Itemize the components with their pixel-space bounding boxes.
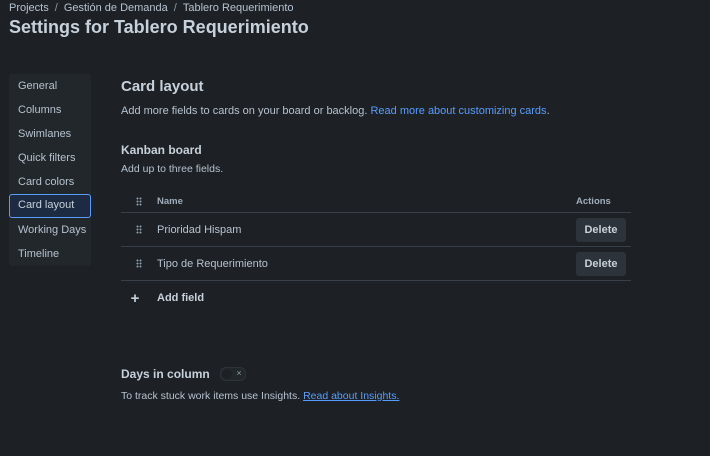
row-drag-handle[interactable] — [121, 225, 157, 234]
card-fields-table: Name Actions Prioridad Hispam Delete Tip… — [121, 191, 631, 315]
card-layout-description: Add more fields to cards on your board o… — [121, 105, 631, 117]
page-title: Settings for Tablero Requerimiento — [9, 17, 309, 37]
insights-description-text: To track stuck work items use Insights. — [121, 390, 304, 402]
sidebar-item-working-days[interactable]: Working Days — [9, 218, 91, 242]
sidebar-item-columns[interactable]: Columns — [9, 98, 91, 122]
sidebar-item-general[interactable]: General — [9, 74, 91, 98]
header-drag-column — [121, 197, 157, 206]
drag-handle-icon — [136, 259, 142, 268]
sidebar-item-card-colors[interactable]: Card colors — [9, 170, 91, 194]
insights-description: To track stuck work items use Insights. … — [121, 390, 631, 402]
add-field-button[interactable]: + Add field — [121, 281, 631, 315]
plus-icon: + — [130, 289, 140, 307]
sidebar-item-timeline[interactable]: Timeline — [9, 242, 91, 266]
add-field-icon-cell: + — [121, 291, 157, 306]
section-title: Card layout — [121, 78, 204, 95]
delete-field-button[interactable]: Delete — [576, 251, 626, 276]
days-in-column-header: Days in column × — [121, 367, 631, 381]
breadcrumb-separator: / — [173, 2, 177, 14]
add-field-label: Add field — [157, 292, 205, 304]
row-drag-handle[interactable] — [121, 259, 157, 268]
read-about-insights-link[interactable]: Read about Insights. — [303, 390, 399, 402]
breadcrumb-separator: / — [54, 2, 58, 14]
card-layout-description-suffix: . — [546, 105, 550, 117]
breadcrumb-item-projects[interactable]: Projects — [9, 2, 49, 14]
delete-field-button[interactable]: Delete — [576, 217, 626, 242]
table-row: Prioridad Hispam Delete — [121, 213, 631, 247]
breadcrumb-item-board[interactable]: Tablero Requerimiento — [183, 2, 294, 14]
table-header: Name Actions — [121, 191, 631, 213]
header-actions: Actions — [576, 196, 611, 207]
sidebar-item-card-layout[interactable]: Card layout — [9, 194, 91, 218]
toggle-knob — [221, 369, 232, 379]
drag-handle-icon — [136, 225, 142, 234]
card-layout-panel: Card layout Add more fields to cards on … — [121, 78, 631, 402]
settings-sidebar: General Columns Swimlanes Quick filters … — [9, 74, 91, 266]
toggle-off-icon: × — [236, 368, 242, 378]
customizing-cards-link[interactable]: Read more about customizing cards — [370, 105, 546, 117]
drag-handle-icon — [136, 197, 142, 206]
field-name: Tipo de Requerimiento — [157, 257, 268, 270]
sidebar-item-quick-filters[interactable]: Quick filters — [9, 146, 91, 170]
table-row: Tipo de Requerimiento Delete — [121, 247, 631, 281]
days-in-column-toggle[interactable]: × — [219, 367, 246, 381]
header-name: Name — [157, 196, 183, 207]
days-in-column-title: Days in column — [121, 367, 210, 381]
breadcrumb: Projects / Gestión de Demanda / Tablero … — [9, 2, 294, 14]
sidebar-item-swimlanes[interactable]: Swimlanes — [9, 122, 91, 146]
card-layout-description-text: Add more fields to cards on your board o… — [121, 105, 371, 117]
kanban-board-description: Add up to three fields. — [121, 163, 224, 175]
field-name: Prioridad Hispam — [157, 223, 242, 236]
kanban-board-title: Kanban board — [121, 143, 202, 157]
breadcrumb-item-project[interactable]: Gestión de Demanda — [64, 2, 168, 14]
